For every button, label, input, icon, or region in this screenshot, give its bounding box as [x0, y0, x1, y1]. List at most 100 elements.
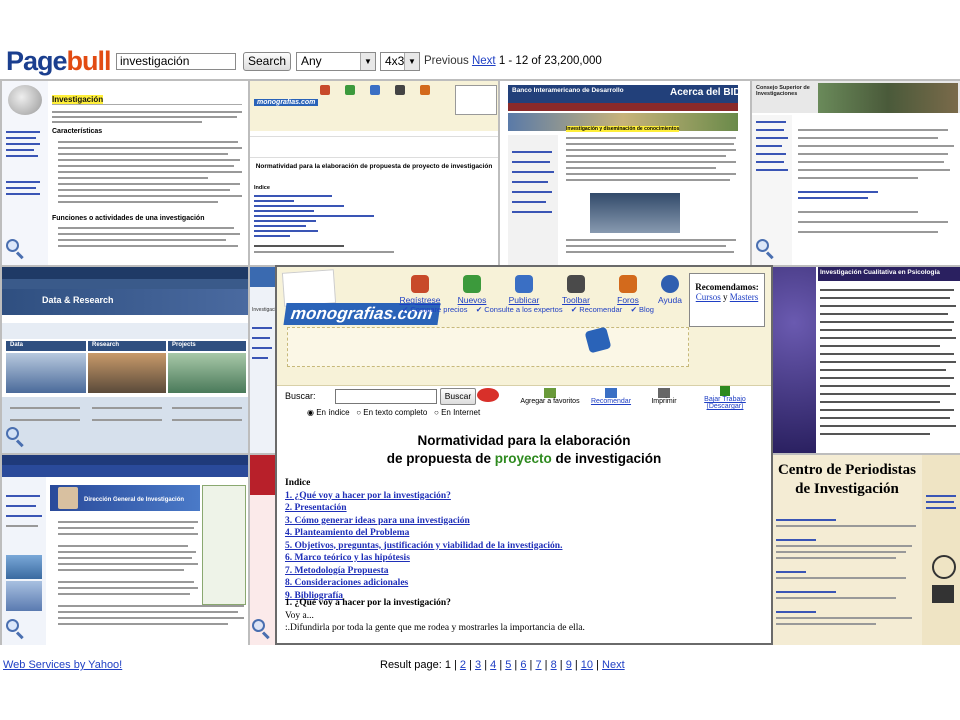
subnav-expertos[interactable]: Consulte a los expertos: [484, 305, 562, 314]
page-link[interactable]: 6: [520, 659, 526, 671]
layout-select[interactable]: 4x3 ▼: [380, 52, 420, 71]
page-link[interactable]: 5: [505, 659, 511, 671]
notepad-icon: [281, 269, 337, 307]
download-icon: [720, 386, 730, 396]
logo-part-1: Page: [6, 46, 68, 76]
wikipedia-globe-icon: [8, 85, 42, 115]
download-action[interactable]: Bajar Trabajo (Descargar): [695, 386, 755, 410]
result-1-subtitle: Características: [52, 128, 103, 135]
result-thumbnail-8[interactable]: Dirección General de Investigación: [2, 455, 248, 645]
result-thumbnail-7[interactable]: Investigación Cualitativa en Psicología: [772, 267, 960, 453]
toc-item[interactable]: 2. Presentación: [285, 503, 347, 513]
radio-indice[interactable]: ◉ En índice: [307, 408, 350, 417]
layout-select-value: 4x3: [385, 54, 405, 68]
page-link[interactable]: 3: [475, 659, 481, 671]
radio-internet[interactable]: ○ En Internet: [434, 408, 480, 417]
zoom-icon[interactable]: [6, 427, 26, 448]
previous-label: Previous: [424, 55, 469, 67]
body-text: Voy a...: [285, 610, 314, 621]
page-link[interactable]: 8: [551, 659, 557, 671]
result-5-col-research: Research: [92, 342, 120, 348]
search-input[interactable]: investigación: [116, 53, 236, 70]
cursos-link[interactable]: Cursos: [696, 292, 721, 302]
page-link[interactable]: 2: [460, 659, 466, 671]
subnav-compare[interactable]: Compare precios: [410, 305, 467, 314]
toc-item[interactable]: 1. ¿Qué voy a hacer por la investigación…: [285, 491, 451, 501]
result-thumbnail-4[interactable]: Consejo Superior de Investigaciones: [752, 81, 960, 265]
preview-search-area: Buscar: Buscar ◉ En índice ○ En texto co…: [277, 385, 771, 422]
preview-search-button[interactable]: Buscar: [440, 388, 476, 405]
result-2-toc-label: Indice: [254, 185, 270, 191]
recommend-connector: y: [723, 292, 728, 302]
result-8-title: Dirección General de Investigación: [84, 497, 185, 503]
document-title-line-2: de propuesta de proyecto de investigació…: [386, 451, 662, 466]
radio-texto[interactable]: ○ En texto completo: [356, 408, 427, 417]
nav-toolbar[interactable]: Toolbar: [551, 275, 601, 305]
document-title: Normatividad para la elaboración de prop…: [277, 432, 771, 468]
type-select[interactable]: Any ▼: [296, 52, 376, 71]
print-action[interactable]: Imprimir: [639, 388, 689, 405]
zoomed-result-preview[interactable]: monografias.com Regístrese Nuevos Public…: [275, 265, 773, 645]
toc-item[interactable]: 8. Consideraciones adicionales: [285, 578, 408, 588]
zoom-icon[interactable]: [6, 239, 26, 260]
subnav: ✔ Compare precios ✔ Consulte a los exper…: [402, 305, 654, 314]
preview-header: monografias.com Regístrese Nuevos Public…: [277, 267, 771, 385]
nav-ayuda[interactable]: Ayuda: [645, 275, 695, 305]
mail-icon: [605, 388, 617, 398]
result-thumbnail-6[interactable]: Investigación: [250, 267, 276, 453]
star-icon: [544, 388, 556, 398]
body-text: :.Difundirla por toda la gente que me ro…: [285, 623, 585, 633]
chevron-down-icon: ▼: [360, 53, 375, 70]
result-thumbnail-5[interactable]: Data & Research Data Research Projects: [2, 267, 248, 453]
next-link[interactable]: Next: [472, 55, 496, 67]
zoom-icon[interactable]: [756, 239, 776, 260]
result-3-header: Banco Interamericano de Desarrollo: [512, 87, 624, 94]
nav-publicar[interactable]: Publicar: [499, 275, 549, 305]
result-thumbnail-1[interactable]: Investigación Características Funciones …: [2, 81, 248, 265]
subnav-recomendar[interactable]: Recomendar: [579, 305, 622, 314]
bottom-pager: Result page: 1 | 2 | 3 | 4 | 5 | 6 | 7 |…: [380, 659, 625, 671]
search-logo-icon: [477, 388, 499, 402]
result-thumbnail-9[interactable]: [250, 455, 276, 645]
top-pager: Previous Next 1 - 12 of 23,200,000: [424, 55, 602, 67]
nav-registrese[interactable]: Regístrese: [395, 275, 445, 305]
page-link[interactable]: 7: [535, 659, 541, 671]
preview-search-input[interactable]: [335, 389, 437, 404]
yahoo-credit-link[interactable]: Web Services by Yahoo!: [3, 659, 122, 671]
search-label: Buscar:: [285, 391, 316, 401]
toolbar-icon: [567, 275, 585, 293]
toc-heading: Indice: [285, 478, 311, 488]
search-button[interactable]: Search: [243, 52, 291, 71]
page-link[interactable]: 10: [581, 659, 593, 671]
next-page-link[interactable]: Next: [602, 659, 625, 671]
toc-item[interactable]: 3. Cómo generar ideas para una investiga…: [285, 516, 470, 526]
result-3-title: Acerca del BID: [670, 87, 741, 98]
result-7-title: Investigación Cualitativa en Psicología: [820, 269, 940, 276]
result-2-title: Normatividad para la elaboración de prop…: [255, 163, 493, 170]
toc-item[interactable]: 4. Planteamiento del Problema: [285, 528, 409, 538]
publish-icon: [515, 275, 533, 293]
result-3-section: Investigación y diseminación de conocimi…: [566, 126, 680, 132]
toc-item[interactable]: 6. Marco teórico y las hipótesis: [285, 553, 410, 563]
document-body: 1. ¿Qué voy a hacer por la investigación…: [285, 597, 585, 635]
document-title-line-1: Normatividad para la elaboración: [417, 433, 631, 448]
subnav-blog[interactable]: Blog: [639, 305, 654, 314]
toc-item[interactable]: 5. Objetivos, preguntas, justificación y…: [285, 541, 562, 551]
favorites-action[interactable]: Agregar a favoritos: [515, 388, 585, 405]
type-select-value: Any: [301, 54, 322, 68]
result-thumbnail-10[interactable]: Centro de Periodistas de Investigación: [772, 455, 960, 645]
result-thumbnail-3[interactable]: Banco Interamericano de Desarrollo Acerc…: [500, 81, 750, 265]
toc-item[interactable]: 7. Metodología Propuesta: [285, 566, 389, 576]
zoom-icon[interactable]: [252, 619, 272, 640]
pagebull-logo[interactable]: Pagebull: [6, 46, 112, 77]
recommend-action[interactable]: Recomendar: [581, 388, 641, 405]
zoom-icon[interactable]: [6, 619, 26, 640]
result-thumbnail-2[interactable]: monografias.com Normatividad para la ela…: [250, 81, 498, 265]
page-link[interactable]: 4: [490, 659, 496, 671]
section-heading: 1. ¿Qué voy a hacer por la investigación…: [285, 598, 451, 608]
masters-link[interactable]: Masters: [730, 292, 759, 302]
page-link[interactable]: 9: [566, 659, 572, 671]
chevron-down-icon: ▼: [404, 53, 419, 70]
printer-icon: [658, 388, 670, 398]
nav-nuevos[interactable]: Nuevos: [447, 275, 497, 305]
